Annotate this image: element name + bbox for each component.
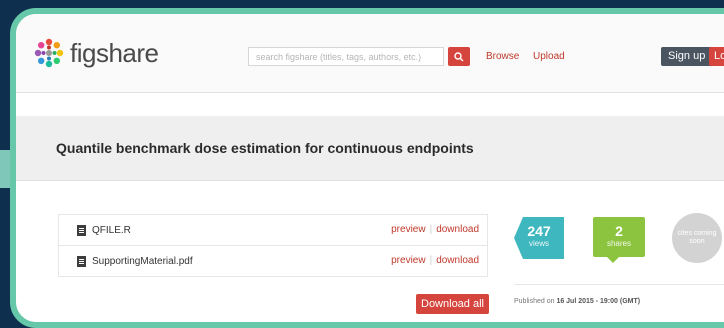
search-button[interactable] (448, 47, 470, 66)
file-icon (77, 255, 86, 267)
shares-label: shares (606, 239, 631, 248)
file-name[interactable]: SupportingMaterial.pdf (92, 256, 193, 267)
cites-badge: cites coming soon (672, 213, 722, 263)
file-row: SupportingMaterial.pdf preview | download (58, 245, 488, 277)
search-input[interactable]: search figshare (titles, tags, authors, … (248, 47, 444, 66)
nav-browse[interactable]: Browse (486, 51, 519, 62)
shares-count: 2 (615, 223, 623, 239)
browser-screen: figshare search figshare (titles, tags, … (10, 8, 724, 328)
site-header: figshare search figshare (titles, tags, … (16, 14, 724, 93)
divider (514, 284, 724, 285)
nav-upload[interactable]: Upload (533, 51, 565, 62)
signup-button[interactable]: Sign up (661, 47, 713, 66)
file-icon (77, 224, 86, 236)
download-all-button[interactable]: Download all (416, 294, 489, 314)
published-date: Published on 16 Jul 2015 - 19:00 (GMT) (514, 298, 640, 305)
views-count: 247 (527, 223, 551, 239)
published-prefix: Published on (514, 298, 555, 305)
title-band: Quantile benchmark dose estimation for c… (16, 116, 724, 181)
login-button[interactable]: Lo (709, 47, 724, 66)
figshare-logo[interactable]: figshare (32, 36, 159, 70)
page-title: Quantile benchmark dose estimation for c… (56, 140, 474, 156)
views-label: views (528, 239, 549, 248)
file-row: QFILE.R preview | download (58, 214, 488, 245)
logo-text: figshare (70, 37, 159, 68)
file-list: QFILE.R preview | download SupportingMater… (58, 214, 488, 277)
file-name[interactable]: QFILE.R (92, 225, 131, 236)
download-link[interactable]: download (436, 255, 479, 266)
published-datetime: 16 Jul 2015 - 19:00 (GMT) (556, 298, 641, 305)
shares-stat[interactable]: 2 shares (593, 217, 645, 263)
search-icon (454, 51, 464, 61)
preview-link[interactable]: preview (391, 224, 425, 235)
preview-link[interactable]: preview (391, 255, 425, 266)
figshare-logo-icon (34, 38, 64, 68)
download-link[interactable]: download (436, 224, 479, 235)
views-stat: 247 views (514, 217, 564, 259)
